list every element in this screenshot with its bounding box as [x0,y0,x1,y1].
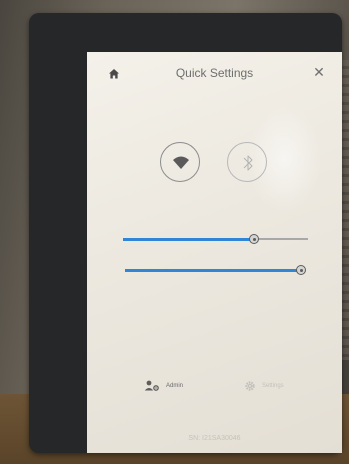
admin-icon [144,380,159,391]
quick-settings-screen: Quick Settings ✕ Admin Settings SN: I21S… [87,52,342,453]
slider-1[interactable] [123,234,308,244]
admin-button[interactable]: Admin [144,379,183,393]
settings-button[interactable]: Settings [244,379,284,393]
slider-2[interactable] [125,265,307,275]
wifi-icon [173,156,189,169]
gear-icon [245,381,255,391]
slider-thumb[interactable] [249,234,260,244]
admin-label: Admin [166,383,184,389]
bluetooth-toggle[interactable] [227,142,267,182]
close-icon: ✕ [313,64,325,80]
page-title: Quick Settings [175,66,254,80]
slider-thumb[interactable] [296,265,307,275]
device-bezel: Quick Settings ✕ Admin Settings SN: I21S… [29,13,342,453]
slider-fill [123,237,255,241]
settings-label: Settings [262,383,284,389]
bluetooth-icon [243,155,253,171]
wifi-toggle[interactable] [160,142,200,182]
slider-fill [125,268,302,272]
close-button[interactable]: ✕ [312,65,326,79]
serial-number: SN: I21SA30046 [188,435,241,442]
header: Quick Settings ✕ [87,52,342,94]
